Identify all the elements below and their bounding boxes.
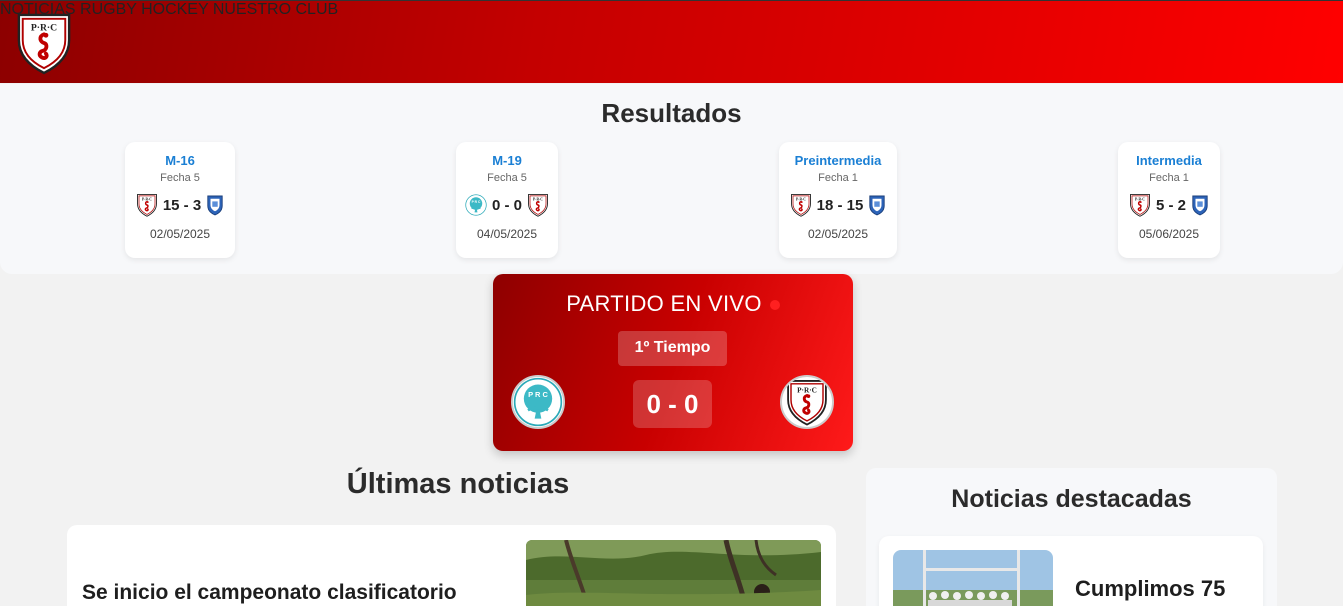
match-period-badge: 1º Tiempo bbox=[618, 331, 727, 366]
latest-news-title: Últimas noticias bbox=[346, 468, 570, 500]
prc-crest-icon bbox=[790, 193, 812, 217]
featured-news-headline[interactable]: Cumplimos 75 bbox=[1075, 576, 1225, 602]
live-title-text: PARTIDO EN VIVO bbox=[566, 291, 762, 316]
nav-nuestro-club[interactable]: NUESTRO CLUB bbox=[213, 1, 338, 18]
club-logo-icon[interactable] bbox=[15, 11, 73, 75]
result-category: M-16 bbox=[165, 153, 195, 168]
result-date: 05/06/2025 bbox=[1138, 227, 1200, 241]
result-category: Preintermedia bbox=[794, 153, 882, 168]
prc-crest-icon bbox=[1129, 193, 1151, 217]
result-round: Fecha 1 bbox=[1149, 172, 1189, 184]
prc-crest-icon bbox=[136, 193, 158, 217]
blue-shield-icon bbox=[868, 193, 886, 217]
featured-news-card[interactable]: Cumplimos 75 bbox=[879, 536, 1263, 606]
live-indicator-icon bbox=[769, 300, 780, 311]
featured-news-section: Noticias destacadas Cumplimos 75 bbox=[866, 468, 1277, 606]
result-card[interactable]: Intermedia Fecha 1 5 - 2 05/06/2025 bbox=[1118, 142, 1220, 258]
result-round: Fecha 1 bbox=[818, 172, 858, 184]
live-match-card[interactable]: PARTIDO EN VIVO 1º Tiempo 0 - 0 bbox=[493, 274, 853, 451]
prc-crest-icon bbox=[527, 193, 549, 217]
news-image[interactable] bbox=[526, 540, 821, 606]
site-header: NOTICIAS RUGBY HOCKEY NUESTRO CLUB bbox=[0, 0, 1343, 83]
result-score: 15 - 3 bbox=[162, 196, 202, 214]
result-date: 02/05/2025 bbox=[149, 227, 211, 241]
nav-rugby[interactable]: RUGBY bbox=[80, 1, 137, 18]
result-date: 04/05/2025 bbox=[476, 227, 538, 241]
live-score: 0 - 0 bbox=[633, 380, 712, 428]
result-card[interactable]: M-19 Fecha 5 0 - 0 04/05/2025 bbox=[456, 142, 558, 258]
featured-news-image[interactable] bbox=[893, 550, 1053, 606]
result-card[interactable]: Preintermedia Fecha 1 18 - 15 02/05/2025 bbox=[779, 142, 897, 258]
result-date: 02/05/2025 bbox=[807, 227, 869, 241]
live-title: PARTIDO EN VIVO bbox=[493, 291, 853, 317]
news-card[interactable]: Se inicio el campeonato clasificatorio bbox=[67, 525, 836, 606]
results-section: Resultados M-16 Fecha 5 15 - 3 02/05/202… bbox=[0, 84, 1343, 274]
result-score: 0 - 0 bbox=[491, 196, 522, 214]
result-card[interactable]: M-16 Fecha 5 15 - 3 02/05/2025 bbox=[125, 142, 235, 258]
blue-shield-icon bbox=[206, 193, 224, 217]
news-headline[interactable]: Se inicio el campeonato clasificatorio bbox=[82, 581, 457, 605]
featured-news-title: Noticias destacadas bbox=[951, 485, 1192, 513]
main-nav: NOTICIAS RUGBY HOCKEY NUESTRO CLUB bbox=[0, 1, 1343, 19]
results-title: Resultados bbox=[601, 98, 742, 128]
result-score: 5 - 2 bbox=[1155, 196, 1186, 214]
result-category: Intermedia bbox=[1136, 153, 1202, 168]
result-category: M-19 bbox=[492, 153, 522, 168]
nav-hockey[interactable]: HOCKEY bbox=[141, 1, 208, 18]
blue-shield-icon bbox=[1191, 193, 1209, 217]
home-team-logo-icon bbox=[511, 375, 565, 429]
result-score: 18 - 15 bbox=[816, 196, 864, 214]
result-round: Fecha 5 bbox=[487, 172, 527, 184]
teal-crest-icon bbox=[465, 193, 487, 217]
result-round: Fecha 5 bbox=[160, 172, 200, 184]
away-team-logo-icon bbox=[780, 375, 834, 429]
